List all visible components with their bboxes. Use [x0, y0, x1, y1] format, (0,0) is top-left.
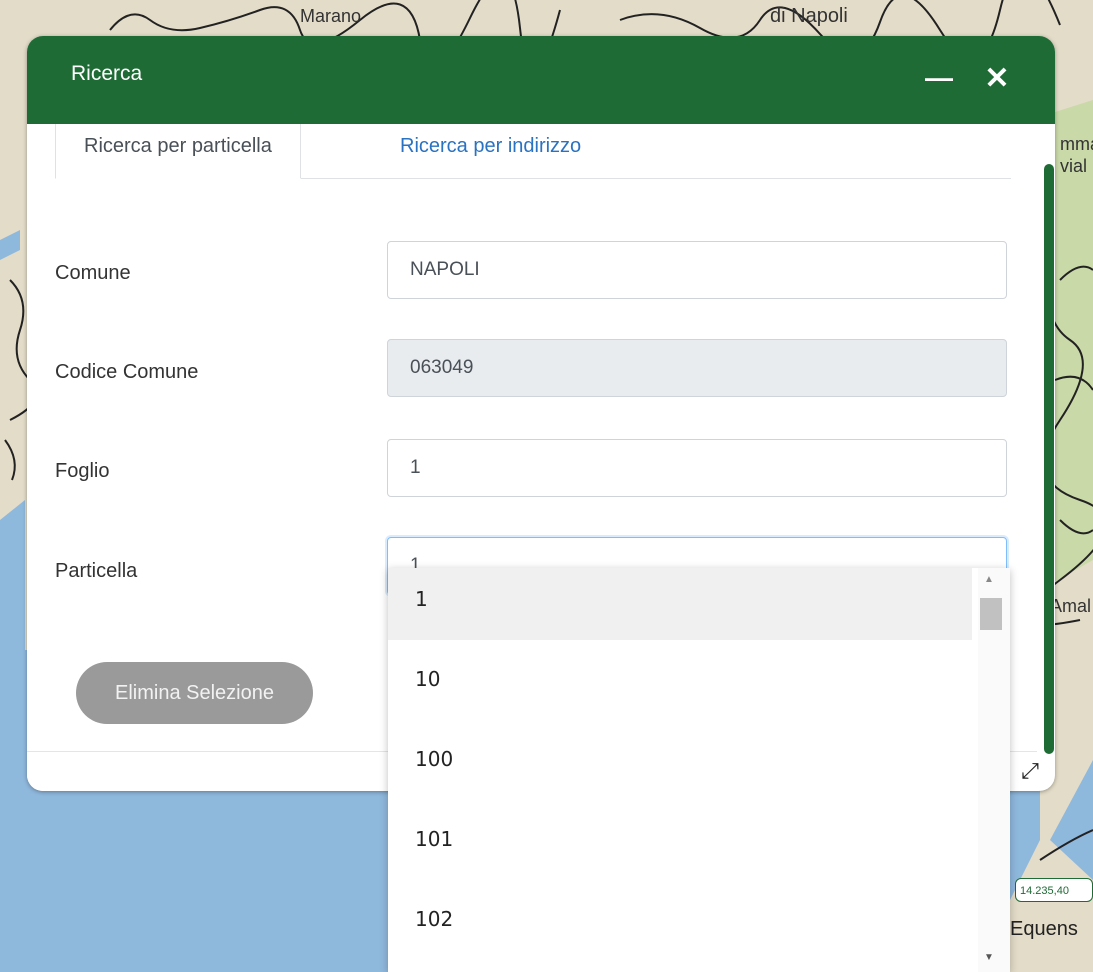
tab-ricerca-particella[interactable]: Ricerca per particella — [55, 124, 301, 179]
codice-comune-label: Codice Comune — [55, 361, 199, 383]
particella-label: Particella — [55, 560, 138, 582]
dialog-scrollbar-thumb[interactable] — [1044, 164, 1054, 754]
close-icon[interactable]: ✕ — [979, 58, 1015, 98]
map-label-napoli: di Napoli — [770, 5, 848, 27]
dropdown-option[interactable]: 101 — [388, 808, 972, 880]
map-label-amalfi: Amal — [1050, 596, 1091, 616]
map-label-equense: Equens — [1010, 918, 1078, 940]
tab-bar: Ricerca per particella Ricerca per indir… — [55, 124, 1011, 179]
dropdown-option[interactable]: 1 — [388, 568, 972, 640]
codice-comune-input: 063049 — [387, 339, 1007, 397]
scroll-up-arrow-icon[interactable]: ▲ — [984, 574, 994, 585]
tab-ricerca-indirizzo[interactable]: Ricerca per indirizzo — [372, 124, 609, 178]
foglio-input[interactable]: 1 — [387, 439, 1007, 497]
foglio-label: Foglio — [55, 460, 110, 482]
map-label-via: vial — [1060, 156, 1087, 176]
dialog-header[interactable]: Ricerca — ✕ — [27, 36, 1055, 124]
resize-icon[interactable]: ⤢ — [1015, 756, 1045, 786]
map-label-mma: mma — [1060, 134, 1093, 154]
particella-dropdown: 1 10 100 101 102 ▲ ▼ — [388, 568, 1010, 972]
dropdown-option[interactable]: 10 — [388, 648, 972, 720]
dropdown-option[interactable]: 100 — [388, 728, 972, 800]
map-label-marano: Marano — [300, 6, 361, 26]
dialog-title: Ricerca — [71, 62, 143, 85]
dropdown-scrollbar-thumb[interactable] — [980, 598, 1002, 630]
scroll-down-arrow-icon[interactable]: ▼ — [984, 952, 994, 963]
coordinate-readout: 14.235,40 — [1015, 878, 1093, 902]
comune-label: Comune — [55, 262, 131, 284]
dropdown-option[interactable]: 102 — [388, 888, 972, 960]
minimize-icon[interactable]: — — [921, 58, 957, 98]
clear-selection-button[interactable]: Elimina Selezione — [76, 662, 313, 724]
comune-input[interactable]: NAPOLI — [387, 241, 1007, 299]
